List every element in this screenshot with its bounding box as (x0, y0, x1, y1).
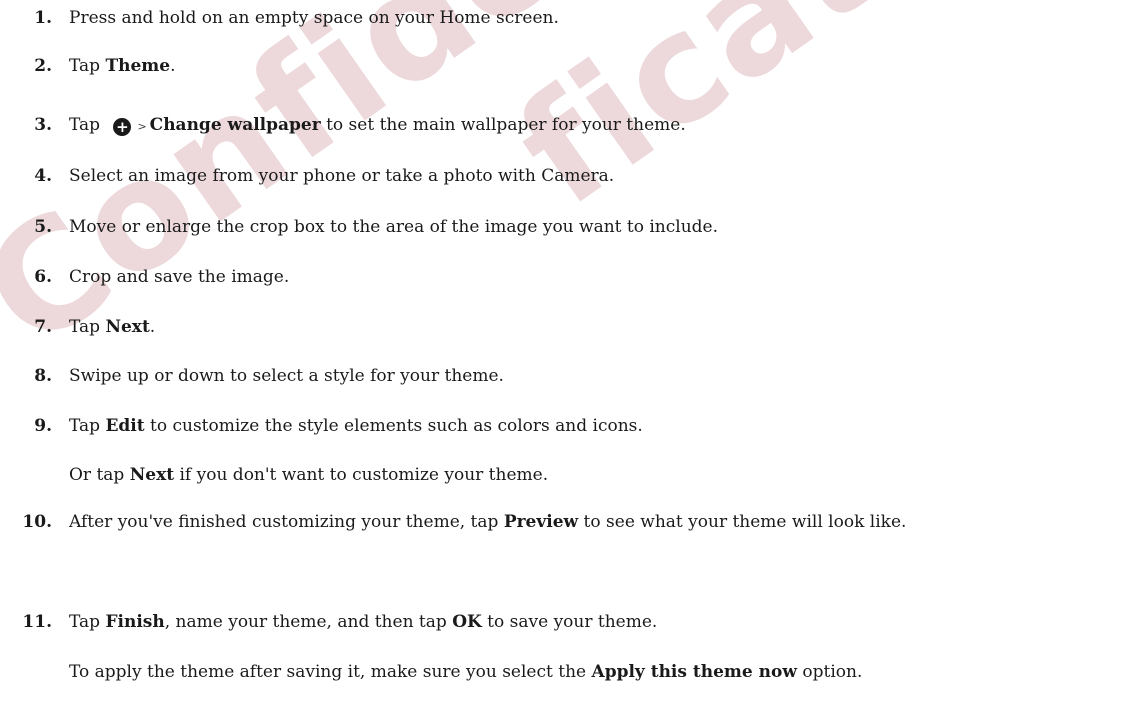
step-number: 8. (34, 366, 52, 386)
text-run: Press and hold on an empty space on your… (69, 8, 559, 28)
text-run: Swipe up or down to select a style for y… (69, 366, 504, 386)
step-number: 4. (34, 166, 52, 186)
bold-term: Change wallpaper (149, 115, 321, 135)
text-run: to set the main wallpaper for your theme… (320, 115, 686, 135)
step-number: 3. (34, 115, 52, 135)
text-run: To apply the theme after saving it, make… (69, 662, 592, 682)
step-text: Crop and save the image. (69, 265, 1109, 289)
text-run: to save your theme. (481, 612, 658, 632)
text-run: Or tap (69, 465, 130, 485)
step-text: Move or enlarge the crop box to the area… (69, 215, 1109, 239)
text-run: Select an image from your phone or take … (69, 166, 615, 186)
step-number: 11. (22, 612, 52, 632)
text-run: Move or enlarge the crop box to the area… (69, 217, 719, 237)
text-run: . (149, 317, 156, 337)
bold-term: Edit (105, 416, 145, 436)
bold-term: Apply this theme now (591, 662, 797, 682)
step-note: Or tap Next if you don't want to customi… (69, 463, 548, 487)
text-run: to see what your theme will look like. (578, 512, 907, 532)
step-number: 2. (34, 56, 52, 76)
step-number: 6. (34, 267, 52, 287)
step-number: 9. (34, 416, 52, 436)
text-run: Tap (69, 56, 106, 76)
text-run: Tap (69, 612, 106, 632)
step-text: Tap Edit to customize the style elements… (69, 414, 1109, 438)
bold-term: OK (452, 612, 482, 632)
step-text: Tap Theme. (69, 54, 1109, 78)
step-note: To apply the theme after saving it, make… (69, 660, 862, 684)
step-number: 5. (34, 217, 52, 237)
text-run: to customize the style elements such as … (144, 416, 643, 436)
step-text: After you've finished customizing your t… (69, 506, 1089, 539)
step-text: Tap Finish, name your theme, and then ta… (69, 610, 1109, 634)
step-number: 1. (34, 8, 52, 28)
bold-term: Theme (105, 56, 171, 76)
text-run: . (170, 56, 176, 76)
step-text: Select an image from your phone or take … (69, 164, 1109, 188)
text-run: After you've finished customizing your t… (69, 512, 504, 532)
step-text: Press and hold on an empty space on your… (69, 6, 1109, 30)
step-text: Tap + > Change wallpaper to set the main w… (69, 113, 1109, 139)
step-text: Swipe up or down to select a style for y… (69, 364, 1109, 388)
text-run: Crop and save the image. (69, 267, 290, 287)
text-run: , name your theme, and then tap (164, 612, 453, 632)
text-run: Tap (69, 317, 106, 337)
bold-term: Finish (105, 612, 165, 632)
text-run: option. (796, 662, 863, 682)
text-run: if you don't want to customize your them… (174, 465, 549, 485)
menu-separator-glyph: > (137, 120, 147, 133)
bold-term: Next (129, 465, 175, 485)
text-run: Tap (69, 416, 106, 436)
step-number: 7. (34, 317, 52, 337)
step-number: 10. (22, 512, 52, 532)
text-run: Tap (69, 115, 106, 135)
plus-circle-icon: + (113, 118, 132, 136)
document-page: Confidential fication only 1.Press and h… (0, 0, 1121, 713)
bold-term: Preview (503, 512, 579, 532)
bold-term: Next (105, 317, 150, 337)
step-text: Tap Next. (69, 315, 1109, 339)
